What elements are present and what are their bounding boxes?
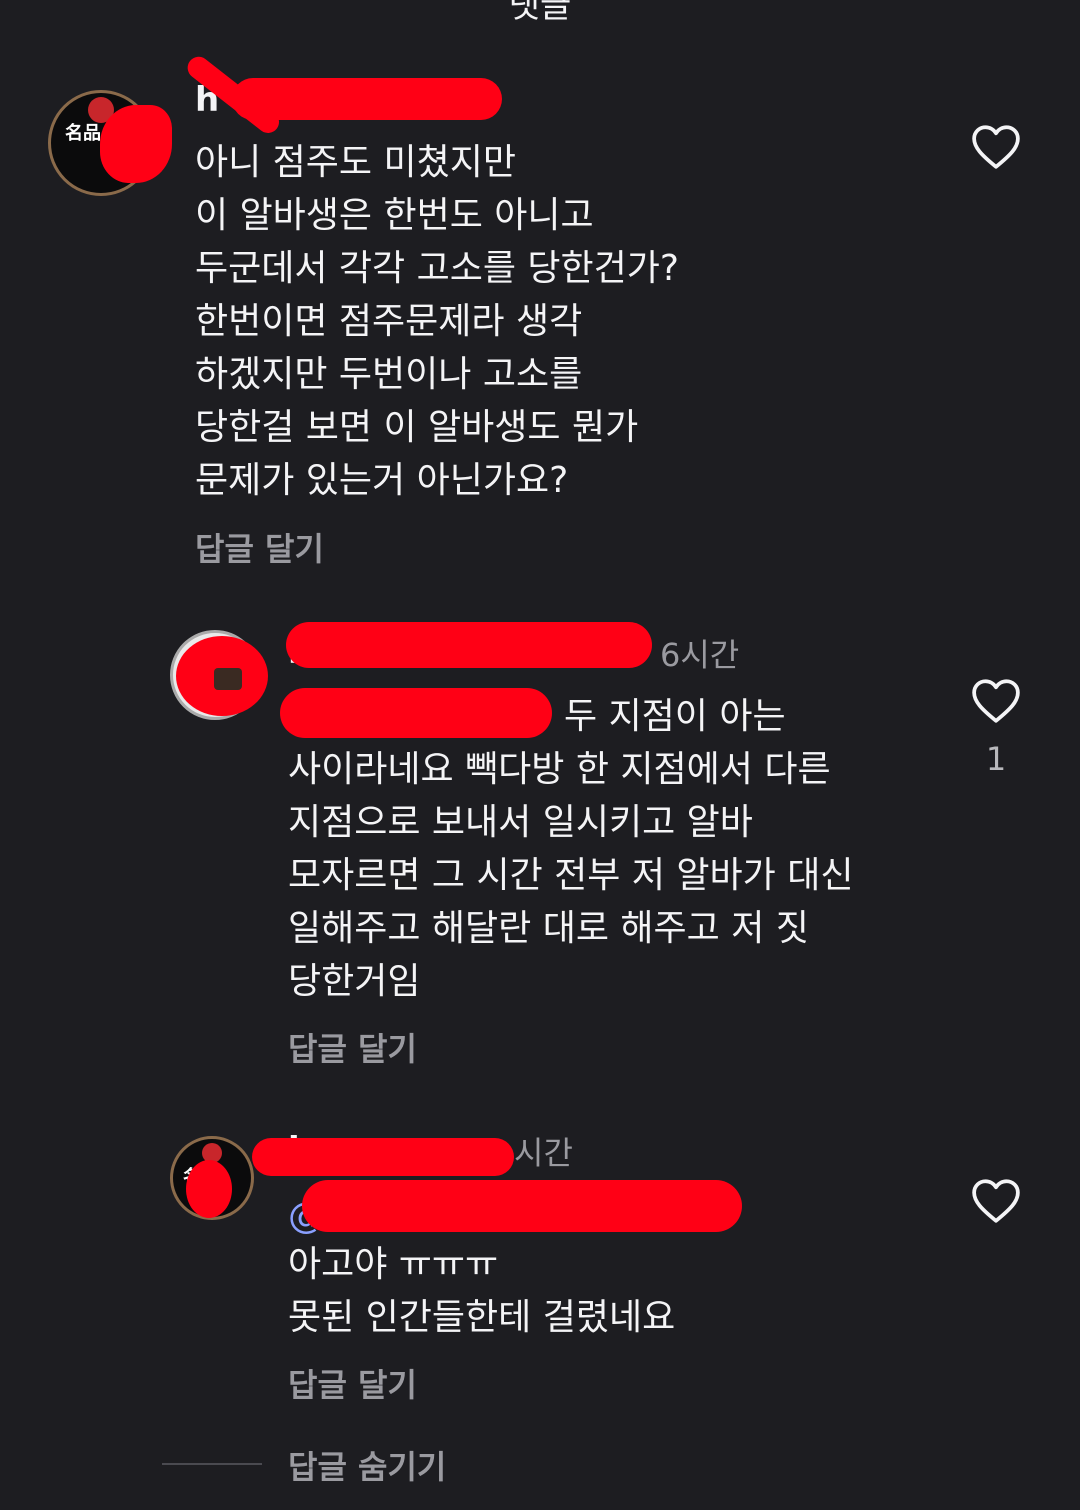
replies-divider [162,1463,262,1465]
reply-button[interactable]: 답글 달기 [288,1360,417,1406]
page-title: 댓글 [508,0,572,26]
comment-timestamp: 6시간 [660,636,740,674]
avatar-redaction [100,105,172,183]
hide-replies-button[interactable]: 답글 숨기기 [288,1442,446,1488]
avatar-photo [214,668,242,690]
comment-text: 아니 점주도 미쳤지만 이 알바생은 한번도 아니고 두군데서 각각 고소를 당… [195,142,679,501]
avatar-redaction [186,1160,232,1218]
comment-text: 아고야 ㅠㅠㅠ 못된 인간들한테 걸렸네요 [288,1244,676,1338]
username-redaction [252,1138,514,1176]
heart-icon[interactable] [971,678,1021,724]
heart-icon[interactable] [971,124,1021,170]
reply-button[interactable]: 답글 달기 [288,1024,417,1070]
username-redaction [286,622,652,668]
heart-icon[interactable] [971,1178,1021,1224]
like-count: 1 [985,740,1007,778]
reply-button[interactable]: 답글 달기 [195,524,324,570]
comment-text: 두 지점이 아는 사이라네요 빽다방 한 지점에서 다른 지점으로 보내서 일시… [288,696,854,1002]
mention-redaction [302,1180,742,1232]
comment-timestamp: 시간 [514,1134,573,1172]
